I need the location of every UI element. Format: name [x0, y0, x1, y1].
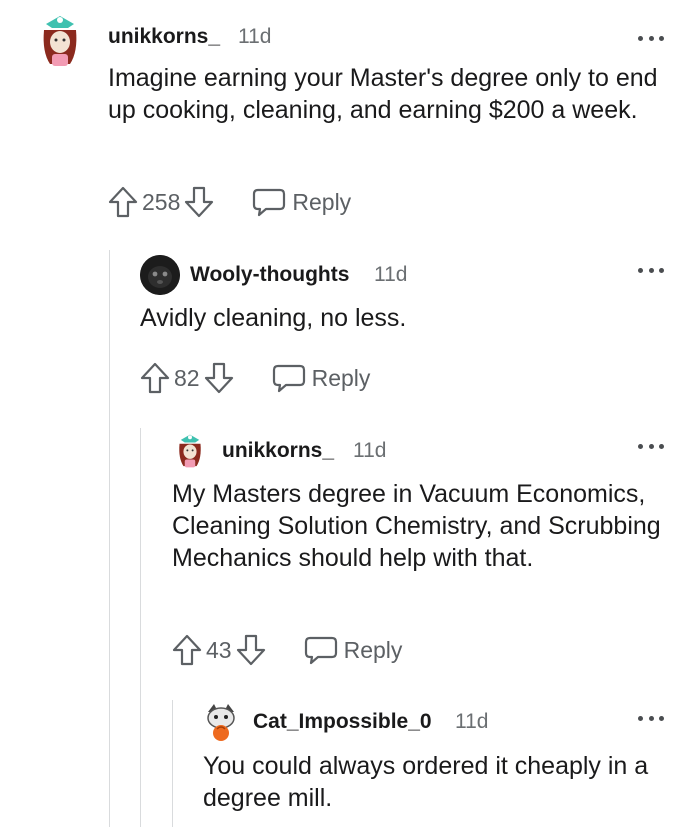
cat-avatar[interactable]: [204, 702, 238, 742]
downvote-icon[interactable]: [204, 362, 234, 394]
reply-button[interactable]: Reply: [272, 363, 371, 393]
unicorn-avatar[interactable]: [175, 432, 205, 470]
timestamp: 11d: [238, 25, 272, 48]
comment-body: You could always ordered it cheaply in a…: [203, 752, 649, 812]
unicorn-avatar[interactable]: [38, 12, 82, 70]
vote-count: 82: [174, 364, 200, 391]
comment-actions: 43 Reply: [172, 632, 402, 668]
more-options-icon[interactable]: [638, 32, 664, 44]
reply-label: Reply: [292, 188, 352, 215]
upvote-icon[interactable]: [140, 362, 170, 394]
timestamp: 11d: [374, 263, 408, 286]
upvote-icon[interactable]: [172, 634, 202, 666]
upvote-icon[interactable]: [108, 186, 138, 218]
username[interactable]: Wooly-thoughts: [190, 263, 349, 287]
reply-label: Reply: [343, 636, 403, 663]
comment-body: Imagine earning your Master's degree onl…: [108, 64, 658, 124]
reply-bubble-icon: [304, 636, 337, 665]
more-options-icon[interactable]: [638, 440, 664, 452]
downvote-icon[interactable]: [184, 186, 214, 218]
comment-actions: 82 Reply: [140, 360, 370, 396]
vote-count: 43: [206, 636, 232, 663]
username[interactable]: Cat_Impossible_0: [253, 710, 432, 734]
comment-body: Avidly cleaning, no less.: [140, 304, 407, 332]
reply-button[interactable]: Reply: [304, 635, 403, 665]
dog-avatar[interactable]: [140, 255, 180, 295]
vote-count: 258: [142, 188, 181, 215]
timestamp: 11d: [353, 439, 387, 462]
more-options-icon[interactable]: [638, 712, 664, 724]
reply-button[interactable]: Reply: [252, 187, 351, 217]
username[interactable]: unikkorns_: [108, 25, 220, 49]
more-options-icon[interactable]: [638, 264, 664, 276]
reply-label: Reply: [311, 364, 371, 391]
username[interactable]: unikkorns_: [222, 439, 334, 463]
comment-body: My Masters degree in Vacuum Economics, C…: [172, 480, 661, 572]
thread-line[interactable]: [109, 250, 110, 827]
thread-line[interactable]: [140, 428, 141, 827]
thread-line[interactable]: [172, 700, 173, 827]
downvote-icon[interactable]: [236, 634, 266, 666]
comment-actions: 258 Reply: [108, 184, 351, 220]
timestamp: 11d: [455, 710, 489, 733]
reply-bubble-icon: [272, 364, 305, 393]
reply-bubble-icon: [253, 188, 286, 217]
